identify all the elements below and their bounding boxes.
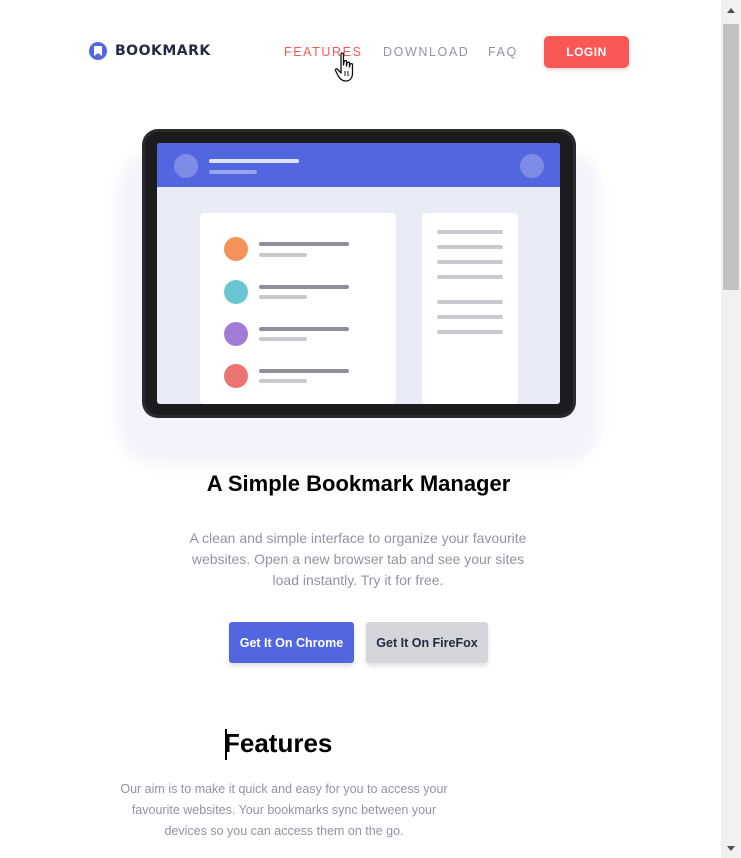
scroll-down-arrow-icon[interactable]: [721, 838, 741, 858]
illustration-dot-orange: [224, 237, 248, 261]
nav-faq[interactable]: FAQ: [488, 45, 518, 59]
logo[interactable]: BOOKMARK: [89, 42, 211, 60]
page: BOOKMARK FEATURES DOWNLOAD FAQ LOGIN A S…: [0, 0, 721, 858]
text-caret: [225, 729, 227, 760]
login-button[interactable]: LOGIN: [544, 36, 629, 68]
bookmark-logo-icon: [89, 42, 107, 60]
tablet-illustration: [142, 129, 576, 418]
illustration-dot-teal: [224, 280, 248, 304]
illustration-dot-red: [224, 364, 248, 388]
illustration-dot-purple: [224, 322, 248, 346]
hand-cursor-icon: [334, 52, 354, 82]
features-title: Features: [224, 728, 333, 758]
hero-title: A Simple Bookmark Manager: [206, 471, 511, 496]
scroll-up-arrow-icon[interactable]: [721, 0, 741, 20]
logo-text: BOOKMARK: [115, 43, 211, 59]
hero-description: A clean and simple interface to organize…: [189, 530, 527, 588]
scrollbar-thumb[interactable]: [723, 24, 739, 290]
features-description: Our aim is to make it quick and easy for…: [120, 782, 448, 838]
vertical-scrollbar[interactable]: [721, 0, 741, 858]
get-chrome-button[interactable]: Get It On Chrome: [229, 622, 354, 663]
get-firefox-button[interactable]: Get It On FireFox: [366, 622, 488, 663]
nav-download[interactable]: DOWNLOAD: [383, 45, 469, 59]
